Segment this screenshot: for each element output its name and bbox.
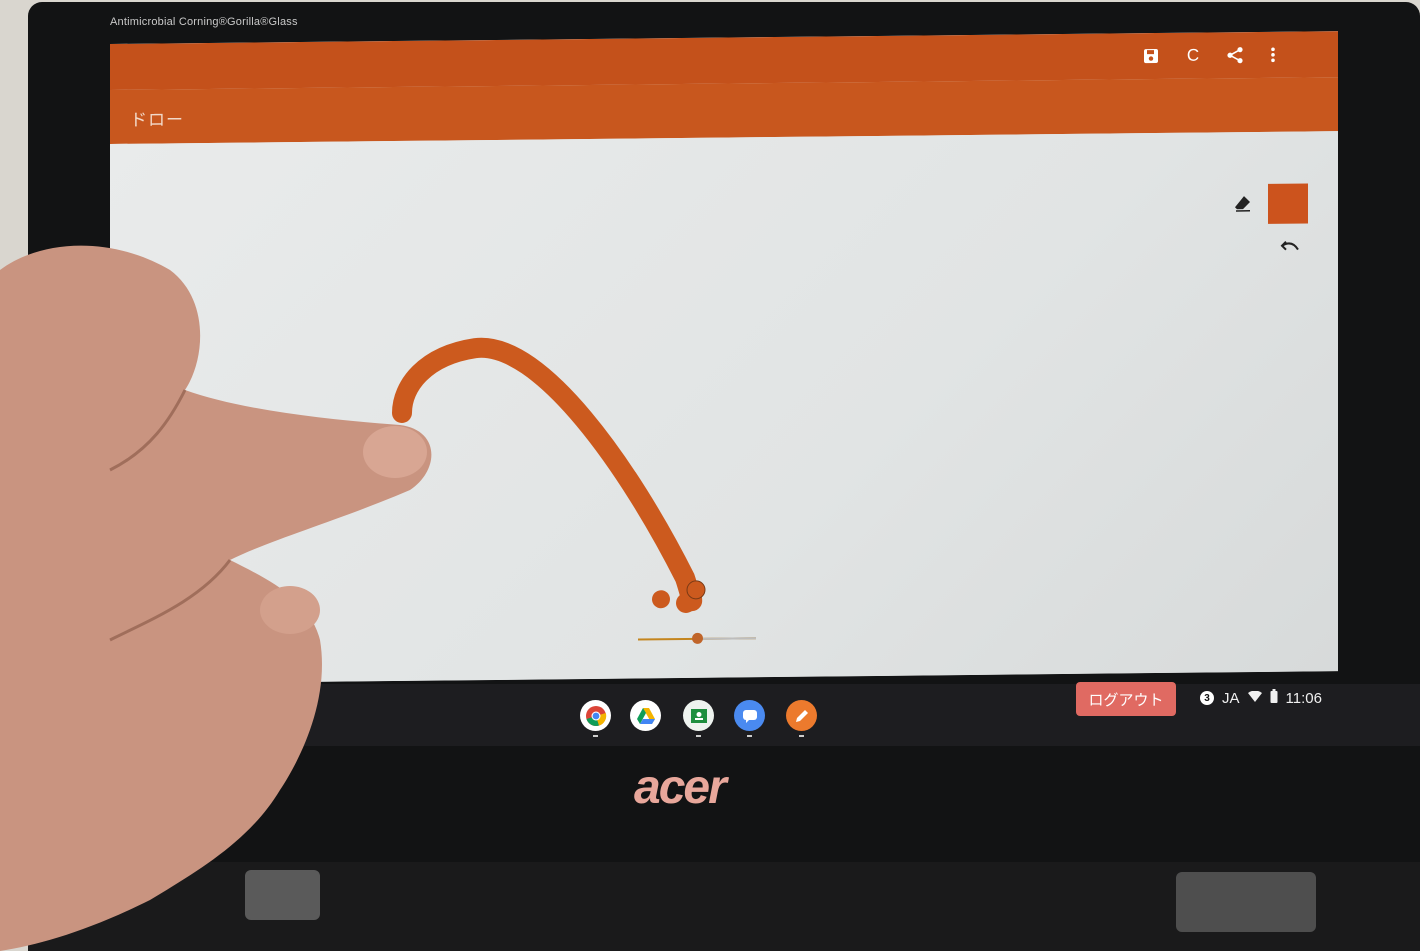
clear-button[interactable]: C [1180,43,1206,69]
system-shelf: ログアウト 3 JA 11:06 [28,682,1420,746]
classroom-icon[interactable] [683,700,714,737]
ime-indicator: JA [1222,689,1240,707]
running-indicator [696,735,701,737]
chrome-icon[interactable] [580,700,611,737]
hinge-left [245,870,320,920]
running-indicator [593,735,598,737]
status-area[interactable]: 3 JA 11:06 [1200,689,1322,707]
logout-button[interactable]: ログアウト [1076,682,1176,716]
hinge-right [1176,872,1316,932]
page-title: ドロー [130,110,184,130]
battery-icon [1270,689,1278,707]
bezel-label: Antimicrobial Corning®Gorilla®Glass [110,16,298,28]
running-indicator [747,735,752,737]
pencil-icon[interactable] [786,700,817,737]
notification-badge: 3 [1200,691,1214,705]
more-vert-icon[interactable] [1260,42,1286,68]
running-indicator [799,735,804,737]
drawing-canvas[interactable] [110,131,1338,684]
share-icon[interactable] [1222,42,1248,68]
brand-logo: acer [634,761,727,814]
clock: 11:06 [1285,689,1322,707]
drive-icon[interactable] [630,700,661,731]
messages-icon[interactable] [734,700,765,737]
brush-size-thumb[interactable] [692,632,703,644]
drawn-stroke [392,337,706,613]
save-icon[interactable] [1138,43,1164,69]
app-window: C ドロー [110,31,1338,684]
wifi-icon [1247,690,1262,707]
